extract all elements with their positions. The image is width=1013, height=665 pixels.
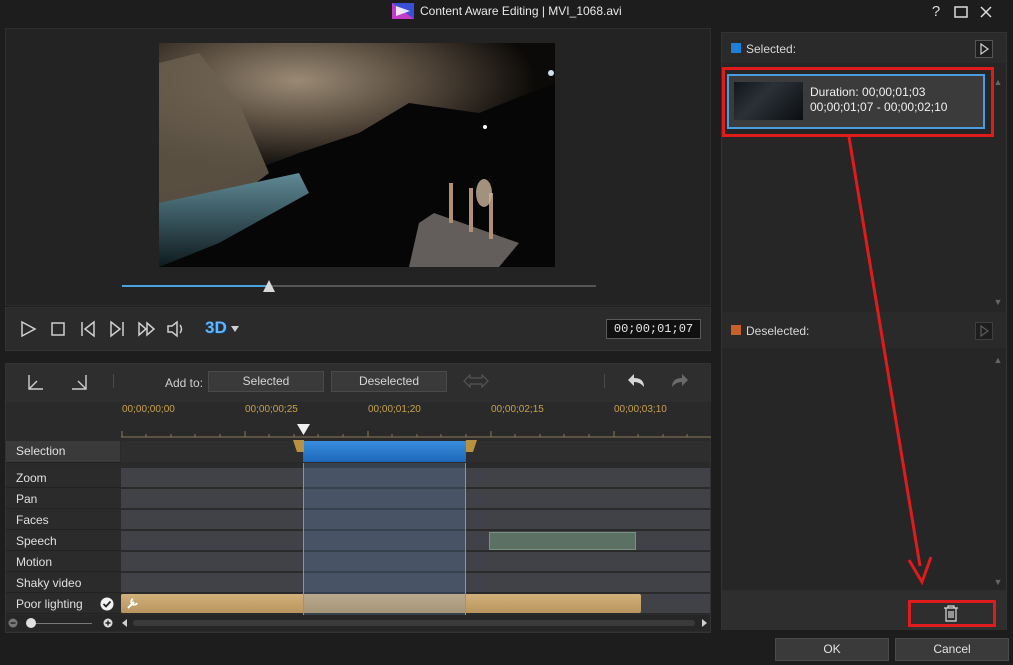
deselected-label: Deselected:	[746, 324, 810, 338]
window-title: Content Aware Editing | MVI_1068.avi	[420, 4, 622, 18]
check-icon[interactable]	[100, 597, 114, 611]
ruler-tick-label: 00;00;02;15	[491, 404, 544, 415]
scroll-up-icon[interactable]: ▲	[993, 77, 1003, 87]
toolbar-divider	[113, 374, 114, 388]
zoom-slider-thumb[interactable]	[26, 618, 36, 628]
scroll-down-icon[interactable]: ▼	[993, 297, 1003, 307]
timecode-display: 00;00;01;07	[606, 319, 701, 339]
ruler-ticks	[121, 431, 711, 438]
row-label-selection: Selection	[6, 441, 120, 463]
add-to-selected-button[interactable]: Selected	[208, 371, 324, 392]
play-deselected-button[interactable]	[975, 322, 993, 340]
fast-forward-icon[interactable]	[137, 320, 157, 338]
row-label-motion: Motion	[6, 552, 120, 572]
selection-region[interactable]	[303, 441, 466, 462]
add-to-deselected-button[interactable]: Deselected	[331, 371, 447, 392]
selection-start-handle[interactable]	[293, 440, 304, 452]
seek-thumb[interactable]	[262, 280, 275, 292]
toolbar-divider	[604, 374, 605, 388]
highlight-box	[722, 67, 994, 137]
ok-button[interactable]: OK	[775, 638, 889, 661]
ruler-tick-label: 00;00;01;20	[368, 404, 421, 415]
zoom-out-icon[interactable]	[8, 618, 18, 628]
scroll-right-icon[interactable]	[700, 619, 708, 627]
row-label-zoom: Zoom	[6, 468, 120, 488]
wrench-icon[interactable]	[126, 597, 140, 610]
row-label-pan: Pan	[6, 489, 120, 509]
scroll-up-icon[interactable]: ▲	[993, 355, 1003, 365]
volume-icon[interactable]	[166, 320, 186, 338]
row-label-shaky-video: Shaky video	[6, 573, 120, 593]
selection-overlay	[303, 463, 466, 615]
selected-color-swatch	[731, 43, 741, 53]
ruler-tick-label: 00;00;00;25	[245, 404, 298, 415]
chevron-down-icon[interactable]	[230, 325, 240, 333]
selection-end-handle[interactable]	[466, 440, 477, 452]
3d-toggle-button[interactable]: 3D	[205, 318, 227, 338]
close-icon[interactable]	[974, 2, 998, 22]
zoom-slider-track[interactable]	[28, 623, 92, 624]
stop-icon[interactable]	[48, 320, 68, 338]
mark-out-icon[interactable]	[68, 373, 90, 391]
play-icon[interactable]	[19, 320, 39, 338]
play-selected-button[interactable]	[975, 40, 993, 58]
selected-label: Selected:	[746, 42, 797, 56]
ruler-tick-label: 00;00;03;10	[614, 404, 667, 415]
speech-segment[interactable]	[489, 532, 636, 550]
scroll-down-icon[interactable]: ▼	[993, 577, 1003, 587]
zoom-in-icon[interactable]	[103, 618, 113, 628]
row-label-faces: Faces	[6, 510, 120, 530]
undo-icon[interactable]	[626, 372, 648, 390]
next-frame-icon[interactable]	[107, 320, 127, 338]
ruler-tick-label: 00;00;00;00	[122, 404, 175, 415]
cancel-button[interactable]: Cancel	[895, 638, 1009, 661]
row-label-speech: Speech	[6, 531, 120, 551]
seek-progress	[122, 285, 269, 287]
maximize-icon[interactable]	[949, 2, 973, 22]
help-button[interactable]: ?	[924, 2, 948, 22]
previous-frame-icon[interactable]	[78, 320, 98, 338]
video-preview	[159, 43, 555, 267]
app-logo-icon	[392, 3, 414, 19]
swap-icon[interactable]	[463, 374, 489, 388]
redo-icon[interactable]	[668, 372, 690, 390]
highlight-box	[908, 600, 996, 627]
horizontal-scrollbar[interactable]	[133, 620, 695, 626]
add-to-label: Add to:	[165, 376, 204, 390]
playhead-marker[interactable]	[297, 424, 310, 436]
deselected-color-swatch	[731, 325, 741, 335]
scroll-left-icon[interactable]	[121, 619, 129, 627]
mark-in-icon[interactable]	[25, 373, 47, 391]
